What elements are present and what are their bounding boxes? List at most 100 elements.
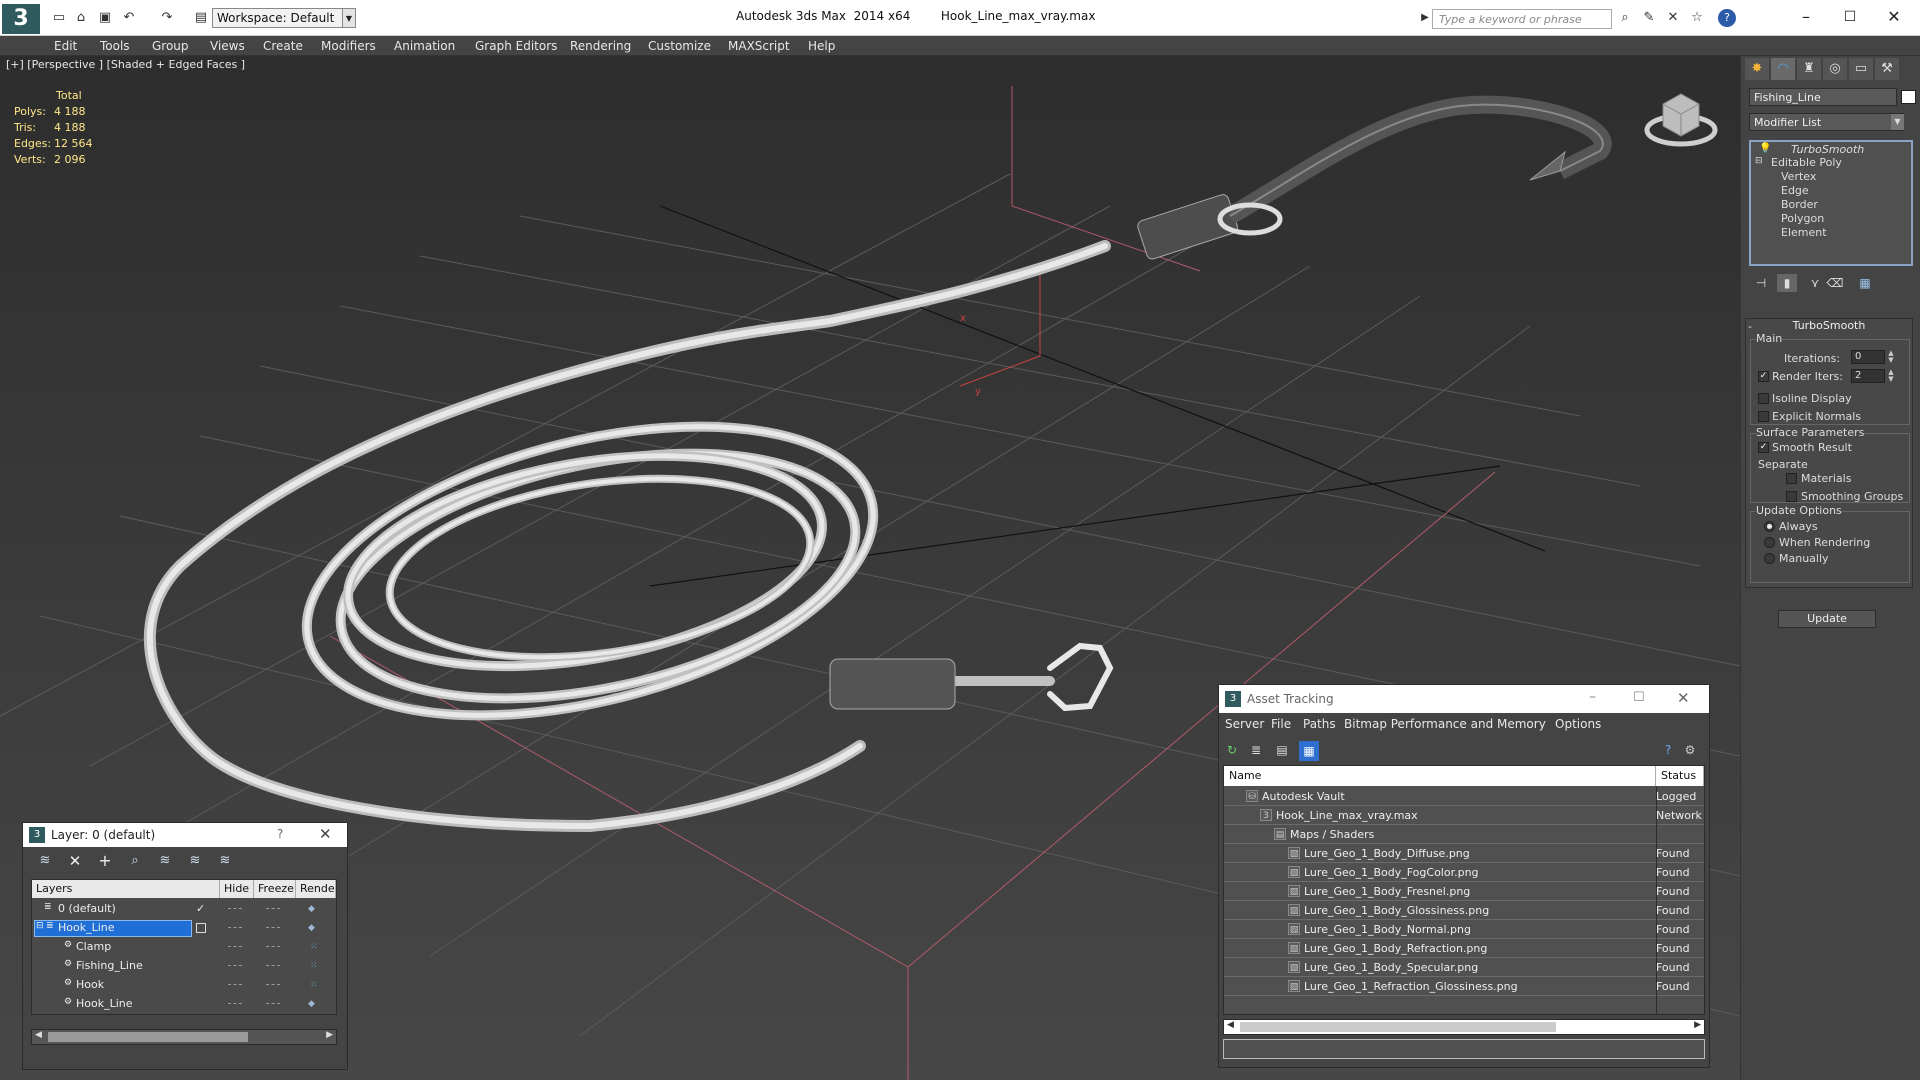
render-dots-icon[interactable]: ⁙: [310, 942, 322, 952]
scrollbar-thumb[interactable]: [48, 1032, 248, 1042]
object-name-field[interactable]: Fishing_Line: [1749, 88, 1897, 106]
render-iters-checkbox[interactable]: ✓: [1758, 371, 1769, 382]
help-icon[interactable]: ?: [1659, 741, 1677, 759]
active-layer-check-icon[interactable]: ✓: [196, 902, 205, 915]
hide-toggle[interactable]: [228, 965, 242, 967]
menu-options[interactable]: Options: [1555, 717, 1601, 731]
column-status[interactable]: Status: [1656, 766, 1704, 786]
materials-checkbox[interactable]: [1786, 473, 1797, 484]
always-radio[interactable]: [1764, 521, 1775, 532]
scroll-right-icon[interactable]: ▶: [1694, 1020, 1701, 1030]
motion-tab-icon[interactable]: ◎: [1823, 58, 1847, 80]
hide-toggle[interactable]: [228, 946, 242, 948]
add-to-layer-icon[interactable]: +: [95, 852, 115, 870]
show-end-result-icon[interactable]: ▮: [1777, 274, 1797, 292]
smooth-result-checkbox[interactable]: ✓: [1758, 442, 1769, 453]
collapse-icon[interactable]: ⊟: [1755, 156, 1763, 166]
options-icon[interactable]: ⚙: [1681, 741, 1699, 759]
column-hide[interactable]: Hide: [220, 880, 254, 898]
modifier-list-dropdown[interactable]: Modifier List: [1749, 113, 1904, 131]
object-row[interactable]: ⚙ Fishing_Line ⁙: [32, 957, 336, 976]
layer-row[interactable]: ≣ 0 (default) ✓ ◆: [32, 900, 336, 919]
object-row[interactable]: ⚙ Clamp ⁙: [32, 938, 336, 957]
hide-toggle[interactable]: [228, 984, 242, 986]
menu-server[interactable]: Server: [1225, 717, 1264, 731]
render-dots-icon[interactable]: ⁙: [310, 980, 322, 990]
menu-customize[interactable]: Customize: [648, 39, 711, 53]
select-objects-icon[interactable]: ⌕: [125, 852, 145, 870]
menu-edit[interactable]: Edit: [54, 39, 77, 53]
close-button[interactable]: ✕: [1872, 4, 1916, 30]
menu-bitmap-performance[interactable]: Bitmap Performance and Memory: [1344, 717, 1546, 731]
minimize-button[interactable]: –: [1784, 4, 1828, 30]
pin-stack-icon[interactable]: ⊣: [1751, 274, 1771, 292]
open-file-icon[interactable]: ⌂: [72, 9, 90, 27]
asset-row[interactable]: ▧ Lure_Geo_1_Body_Glossiness.png Found: [1224, 901, 1704, 920]
stack-item-vertex[interactable]: Vertex: [1781, 170, 1816, 183]
spinner-arrows-icon[interactable]: ▲ ▼: [1886, 350, 1896, 364]
menu-paths[interactable]: Paths: [1303, 717, 1336, 731]
column-layers[interactable]: Layers: [32, 880, 220, 898]
freeze-toggle[interactable]: [266, 946, 280, 948]
asset-row[interactable]: ▧ Lure_Geo_1_Body_Fresnel.png Found: [1224, 882, 1704, 901]
render-dots-icon[interactable]: ⁙: [310, 961, 322, 971]
stack-item-editable-poly[interactable]: Editable Poly: [1771, 156, 1842, 169]
rollout-title[interactable]: TurboSmooth: [1746, 319, 1912, 332]
help-icon[interactable]: ?: [1718, 9, 1736, 27]
minimize-button[interactable]: –: [1589, 689, 1596, 705]
isoline-display-checkbox[interactable]: [1758, 393, 1769, 404]
autodesk-exchange-icon[interactable]: ✕: [1664, 9, 1682, 27]
list-view-icon[interactable]: ≣: [1247, 741, 1265, 759]
horizontal-scrollbar[interactable]: ◀ ▶: [31, 1029, 337, 1045]
remove-modifier-icon[interactable]: ⌫: [1825, 274, 1845, 292]
menu-help[interactable]: Help: [808, 39, 835, 53]
project-folder-icon[interactable]: ▤: [192, 9, 210, 27]
viewport-label[interactable]: [+] [Perspective ] [Shaded + Edged Faces…: [6, 58, 245, 71]
column-name[interactable]: Name: [1224, 766, 1656, 786]
menu-create[interactable]: Create: [263, 39, 303, 53]
search-input[interactable]: Type a keyword or phrase: [1432, 9, 1612, 29]
collapse-icon[interactable]: ⊟: [36, 921, 44, 931]
freeze-toggle[interactable]: [266, 1003, 280, 1005]
menu-modifiers[interactable]: Modifiers: [321, 39, 376, 53]
help-icon[interactable]: ?: [277, 827, 283, 841]
spinner-arrows-icon[interactable]: ▲ ▼: [1886, 369, 1896, 383]
hide-toggle[interactable]: [228, 927, 242, 929]
stack-item-turbosmooth[interactable]: TurboSmooth: [1791, 143, 1864, 156]
layer-row-selected[interactable]: ⊟ ≣ Hook_Line ◆: [32, 919, 336, 938]
scrollbar-thumb[interactable]: [1240, 1022, 1556, 1032]
chevron-down-icon[interactable]: ▼: [1891, 114, 1904, 130]
scroll-right-icon[interactable]: ▶: [326, 1030, 333, 1040]
favorites-star-icon[interactable]: ☆: [1688, 9, 1706, 27]
redo-icon[interactable]: ↷: [158, 9, 176, 27]
scroll-left-icon[interactable]: ◀: [1227, 1020, 1234, 1030]
hide-all-layers-icon[interactable]: ≋: [185, 852, 205, 870]
table-view-icon[interactable]: ▦: [1299, 741, 1319, 761]
horizontal-scrollbar[interactable]: ◀ ▶: [1223, 1019, 1705, 1035]
communication-center-icon[interactable]: ✎: [1640, 9, 1658, 27]
delete-layer-icon[interactable]: ✕: [65, 852, 85, 870]
asset-row[interactable]: ▧ Lure_Geo_1_Body_Refraction.png Found: [1224, 939, 1704, 958]
hide-toggle[interactable]: [228, 908, 242, 910]
save-icon[interactable]: ▣: [96, 9, 114, 27]
render-teapot-icon[interactable]: ◆: [308, 904, 320, 914]
menu-maxscript[interactable]: MAXScript: [728, 39, 790, 53]
chevron-down-icon[interactable]: ▼: [342, 8, 356, 28]
explicit-normals-checkbox[interactable]: [1758, 411, 1769, 422]
hierarchy-tab-icon[interactable]: ♜: [1797, 58, 1821, 80]
freeze-toggle[interactable]: [266, 908, 280, 910]
maximize-button[interactable]: ☐: [1828, 4, 1872, 30]
update-button[interactable]: Update: [1778, 610, 1876, 628]
asset-row[interactable]: ▧ Lure_Geo_1_Body_FogColor.png Found: [1224, 863, 1704, 882]
binoculars-icon[interactable]: ⌕: [1616, 9, 1634, 27]
menu-group[interactable]: Group: [152, 39, 189, 53]
viewcube-icon[interactable]: [1643, 84, 1719, 152]
close-button[interactable]: ✕: [1677, 689, 1690, 707]
iterations-spinner[interactable]: 0: [1851, 350, 1885, 364]
lightbulb-icon[interactable]: 💡: [1759, 143, 1771, 154]
manually-radio[interactable]: [1764, 553, 1775, 564]
column-freeze[interactable]: Freeze: [254, 880, 296, 898]
object-row[interactable]: ⚙ Hook ⁙: [32, 976, 336, 995]
new-file-icon[interactable]: ▭: [50, 9, 68, 27]
when-rendering-radio[interactable]: [1764, 537, 1775, 548]
